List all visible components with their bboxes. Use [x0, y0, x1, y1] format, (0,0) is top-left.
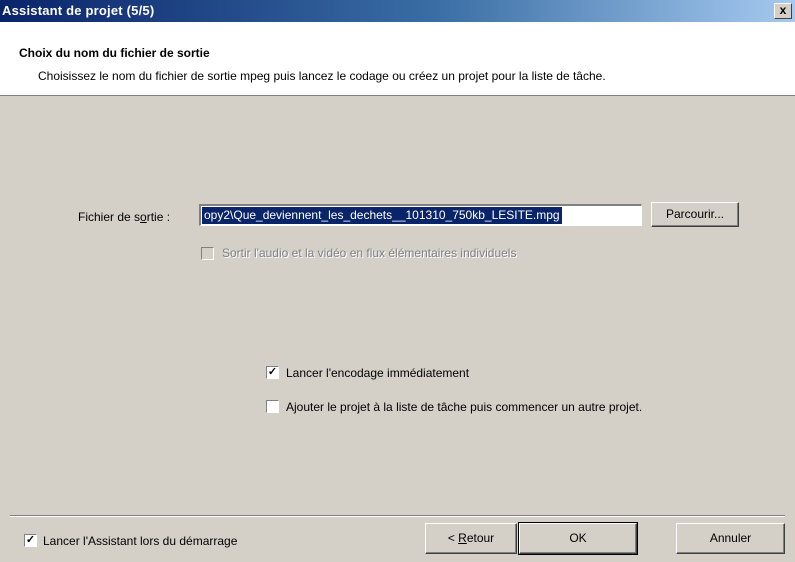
close-button[interactable]: x [774, 3, 792, 19]
browse-button[interactable]: Parcourir... [651, 202, 739, 227]
startup-checkbox[interactable]: ✓ [24, 534, 37, 547]
check-icon: ✓ [25, 534, 36, 546]
footer-separator [10, 515, 785, 517]
add-project-checkbox[interactable] [266, 400, 279, 413]
startup-label: Lancer l'Assistant lors du démarrage [43, 534, 238, 548]
title-bar[interactable]: Assistant de projet (5/5) x [0, 0, 795, 22]
add-project-label: Ajouter le projet à la liste de tâche pu… [286, 400, 643, 414]
page-title: Choix du nom du fichier de sortie [19, 46, 210, 60]
split-streams-label: Sortir l'audio et la vidéo en flux éléme… [222, 246, 517, 260]
output-file-input[interactable]: opy2\Que_deviennent_les_dechets__101310_… [199, 204, 642, 226]
wizard-header: Choix du nom du fichier de sortie Choisi… [0, 22, 795, 96]
output-file-value: opy2\Que_deviennent_les_dechets__101310_… [202, 207, 562, 224]
page-subtitle: Choisissez le nom du fichier de sortie m… [38, 69, 606, 83]
ok-button[interactable]: OK [518, 522, 638, 555]
split-streams-checkbox[interactable] [201, 247, 214, 260]
window-title: Assistant de projet (5/5) [2, 3, 155, 18]
close-icon: x [779, 3, 787, 17]
back-button[interactable]: < Retour [425, 523, 517, 554]
encode-now-label: Lancer l'encodage immédiatement [286, 366, 470, 380]
cancel-button[interactable]: Annuler [676, 523, 785, 554]
encode-now-checkbox[interactable]: ✓ [266, 366, 279, 379]
output-file-label: Fichier de sortie : [78, 210, 171, 224]
check-icon: ✓ [267, 366, 278, 378]
